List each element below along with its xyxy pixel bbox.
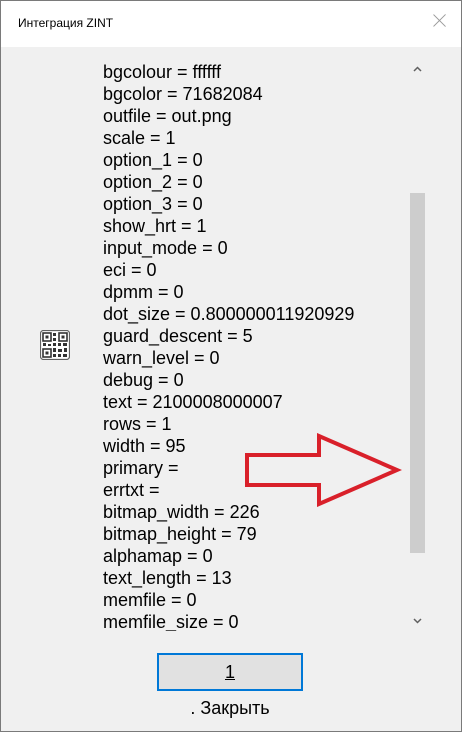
list-item: warn_level = 0 — [103, 348, 220, 368]
list-item: text = 2100008000007 — [103, 392, 283, 412]
close-button-label: 1 . Закрыть — [158, 654, 302, 726]
list-item: guard_descent = 5 — [103, 326, 253, 346]
list-item: dot_size = 0.800000011920929 — [103, 304, 355, 324]
scroll-thumb[interactable] — [410, 193, 425, 553]
red-arrow-annotation — [245, 433, 403, 507]
list-item: scale = 1 — [103, 128, 176, 148]
list-item: text_length = 13 — [103, 568, 232, 588]
scroll-up-button[interactable] — [409, 61, 426, 79]
list-item: input_mode = 0 — [103, 238, 228, 258]
list-item: bgcolor = 71682084 — [103, 84, 263, 104]
list-item: bgcolour = ffffff — [103, 62, 221, 82]
chevron-down-icon — [413, 618, 422, 624]
list-item: outfile = out.png — [103, 106, 232, 126]
vertical-scrollbar[interactable] — [409, 61, 426, 631]
close-button[interactable]: 1 . Закрыть — [157, 653, 303, 718]
list-item: option_1 = 0 — [103, 150, 203, 170]
list-item: eci = 0 — [103, 260, 157, 280]
window-title: Интеграция ZINT — [18, 16, 114, 30]
title-bar: Интеграция ZINT — [1, 1, 461, 47]
list-item: memfile = 0 — [103, 590, 197, 610]
list-item: bitmap_height = 79 — [103, 524, 257, 544]
list-item: option_3 = 0 — [103, 194, 203, 214]
close-button-text: . Закрыть — [190, 698, 270, 718]
close-button-hotkey: 1 — [224, 662, 235, 682]
list-item: option_2 = 0 — [103, 172, 203, 192]
properties-list[interactable]: bgcolour = ffffff bgcolor = 71682084 outfi… — [103, 61, 403, 631]
list-item: memfile_size = 0 — [103, 612, 239, 631]
chevron-up-icon — [413, 66, 422, 72]
scroll-down-button[interactable] — [409, 613, 426, 631]
dialog-window: Интеграция ZINT bgcolour = ffffff bgcolo… — [0, 0, 462, 732]
close-window-icon[interactable] — [433, 13, 447, 27]
list-item: alphamap = 0 — [103, 546, 213, 566]
list-item: debug = 0 — [103, 370, 184, 390]
list-item: rows = 1 — [103, 414, 172, 434]
dialog-content: bgcolour = ffffff bgcolor = 71682084 outfi… — [1, 47, 461, 731]
list-item: dpmm = 0 — [103, 282, 184, 302]
list-item: show_hrt = 1 — [103, 216, 207, 236]
qr-code-icon — [40, 330, 70, 360]
